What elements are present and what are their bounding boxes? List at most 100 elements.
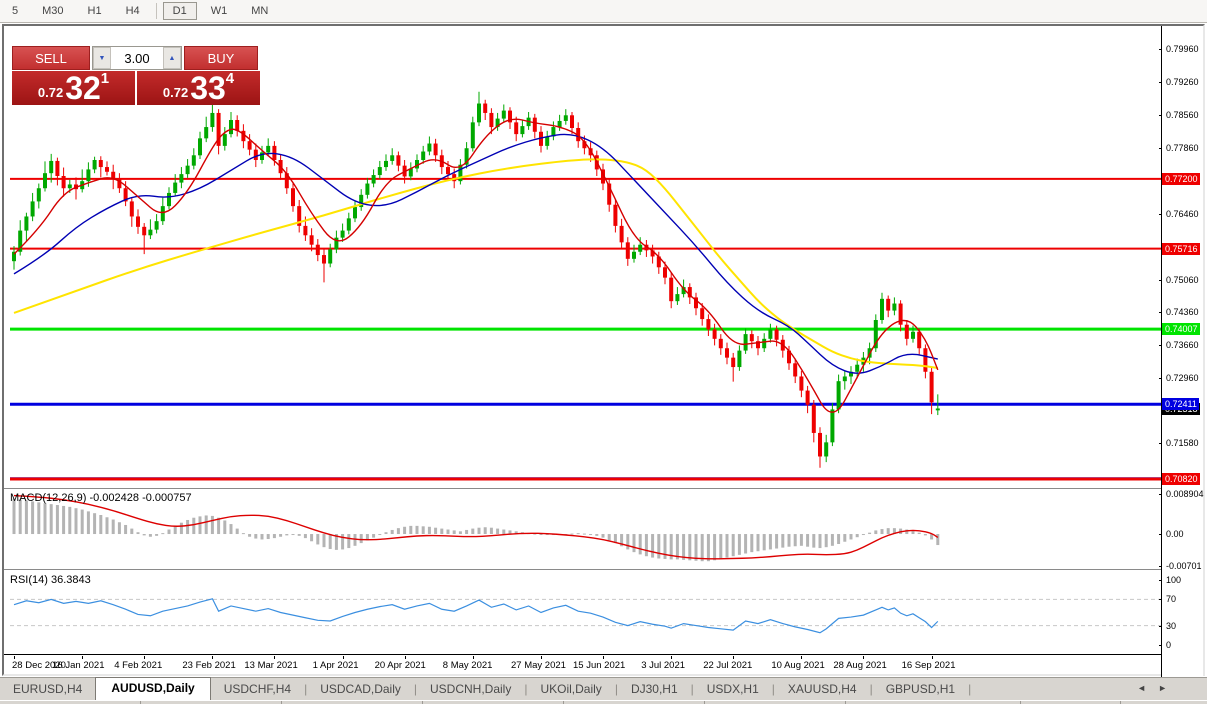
sell-price-pip: 1 <box>100 70 110 87</box>
date-label: 15 Jun 2021 <box>573 660 626 671</box>
price-tick-label: 0.75060 <box>1166 274 1199 285</box>
rsi-axis-label: 70 <box>1166 594 1177 605</box>
price-tick-label: 0.76460 <box>1166 208 1199 219</box>
sell-price-big: 32 <box>65 70 101 106</box>
date-tick-mark <box>863 656 865 659</box>
price-tick-label: 0.71580 <box>1166 438 1199 449</box>
rsi-axis-label: 30 <box>1166 620 1177 631</box>
date-tick-mark <box>472 656 474 659</box>
tab-scroll-right-icon[interactable]: ► <box>1158 683 1167 693</box>
axis-tick-mark <box>1159 147 1162 149</box>
date-tick-mark <box>733 656 735 659</box>
tab-eurusd-h4[interactable]: EURUSD,H4 <box>0 679 95 700</box>
date-label: 10 Aug 2021 <box>771 660 825 671</box>
price-tick-label: 0.79260 <box>1166 76 1199 87</box>
axis-tick-mark <box>1159 645 1162 647</box>
date-axis: 28 Dec 2020 16 Jan 2021 4 Feb 2021 23 Feb 2… <box>10 656 1161 676</box>
timeframe-button-h4[interactable]: H4 <box>116 2 150 20</box>
tab-scroll-left-icon[interactable]: ◄ <box>1137 683 1146 693</box>
price-tick-label: 0.79960 <box>1166 43 1199 54</box>
date-label: 23 Feb 2021 <box>182 660 236 671</box>
date-tick-mark <box>274 656 276 659</box>
rsi-panel[interactable] <box>10 572 1161 653</box>
tab-xauusd-h4[interactable]: XAUUSD,H4 <box>775 679 870 700</box>
axis-tick-mark <box>1159 599 1162 601</box>
timeframe-button-h1[interactable]: H1 <box>78 2 112 20</box>
tab-audusd-daily[interactable]: AUDUSD,Daily <box>95 677 211 700</box>
sell-price-quote[interactable]: 0.72 32 1 <box>12 71 135 105</box>
level-price-label: 0.77200 <box>1162 172 1200 185</box>
trading-terminal: 5 M30 H1 H4 D1 W1 MN ▲ AUDUSD,Daily 0.72614 0.… <box>0 0 1207 704</box>
sell-price-prefix: 0.72 <box>37 85 64 100</box>
timeframe-button-m30[interactable]: M30 <box>32 2 73 20</box>
date-label: 16 Sep 2021 <box>901 660 956 671</box>
tab-separator: | <box>968 682 972 696</box>
level-price-label: 0.72411 <box>1162 398 1199 411</box>
volume-decrease-button[interactable]: ▼ <box>93 47 111 69</box>
macd-axis-label: 0.008904 <box>1166 488 1204 499</box>
date-tick-mark <box>541 656 542 659</box>
buy-price-pip: 4 <box>225 70 235 87</box>
panel-divider[interactable] <box>4 569 1161 571</box>
axis-tick-mark <box>1159 443 1162 445</box>
price-tick-label: 0.78560 <box>1166 109 1199 120</box>
tab-scroll-arrows: ◄ ► <box>1137 683 1167 693</box>
axis-tick-mark <box>1159 48 1162 50</box>
volume-increase-button[interactable]: ▲ <box>163 47 181 69</box>
date-tick-mark <box>212 656 214 659</box>
rsi-axis-label: 100 <box>1166 574 1182 585</box>
axis-tick-mark <box>1159 81 1162 83</box>
rsi-axis-label: 0 <box>1166 640 1172 651</box>
panel-divider[interactable] <box>4 488 1161 490</box>
tab-usdcnh-daily[interactable]: USDCNH,Daily <box>417 679 524 700</box>
date-label: 28 Aug 2021 <box>833 660 887 671</box>
timeframe-button-5[interactable]: 5 <box>2 2 28 20</box>
price-tick-label: 0.73660 <box>1166 340 1199 351</box>
axis-tick-mark <box>1159 493 1162 495</box>
buy-price-quote[interactable]: 0.72 33 4 <box>137 71 260 105</box>
axis-tick-mark <box>1159 345 1162 347</box>
date-label: 1 Apr 2021 <box>312 660 359 671</box>
date-tick-mark <box>82 656 84 659</box>
date-tick-mark <box>931 656 933 659</box>
axis-tick-mark <box>1159 378 1162 380</box>
date-label: 3 Jul 2021 <box>641 660 686 671</box>
date-tick-mark <box>603 656 604 659</box>
tab-usdcad-daily[interactable]: USDCAD,Daily <box>307 679 414 700</box>
date-label: 4 Feb 2021 <box>114 660 163 671</box>
buy-price-big: 33 <box>190 70 226 106</box>
macd-indicator-label: MACD(12,26,9) -0.002428 -0.000757 <box>10 492 192 504</box>
timeframe-button-mn[interactable]: MN <box>241 2 278 20</box>
axis-tick-mark <box>1159 534 1162 536</box>
buy-button[interactable]: BUY <box>184 46 258 70</box>
axis-tick-mark <box>1159 279 1162 281</box>
macd-axis-label: 0.00 <box>1166 529 1184 540</box>
tab-usdchf-h4[interactable]: USDCHF,H4 <box>211 679 304 700</box>
date-label: 13 Mar 2021 <box>244 660 298 671</box>
date-tick-mark <box>14 656 15 659</box>
tab-dj30-h1[interactable]: DJ30,H1 <box>618 679 691 700</box>
price-tick-label: 0.74360 <box>1166 307 1199 318</box>
date-tick-mark <box>801 656 803 659</box>
date-tick-mark <box>671 656 673 659</box>
price-axis: 0.79960 0.79260 0.78560 0.77860 0.76460 0.750… <box>1159 26 1204 678</box>
date-label: 8 May 2021 <box>442 660 493 671</box>
sell-button[interactable]: SELL <box>12 46 90 70</box>
price-tick-label: 0.72960 <box>1166 373 1199 384</box>
axis-tick-mark <box>1159 114 1162 116</box>
tab-usdx-h1[interactable]: USDX,H1 <box>694 679 772 700</box>
timeframe-button-w1[interactable]: W1 <box>201 2 238 20</box>
date-label: 27 May 2021 <box>511 660 566 671</box>
axis-tick-mark <box>1159 312 1162 314</box>
tab-ukoil-daily[interactable]: UKOil,Daily <box>527 679 614 700</box>
axis-tick-mark <box>1159 625 1162 627</box>
macd-axis-label: -0.00701 <box>1166 560 1202 571</box>
tab-gbpusd-h1[interactable]: GBPUSD,H1 <box>873 679 968 700</box>
date-label: 22 Jul 2021 <box>703 660 753 671</box>
level-price-label: 0.74007 <box>1162 323 1200 336</box>
level-price-label: 0.70820 <box>1162 473 1200 486</box>
axis-tick-mark <box>1159 565 1162 567</box>
timeframe-button-d1[interactable]: D1 <box>162 2 197 20</box>
date-label: 16 Jan 2021 <box>52 660 105 671</box>
volume-input[interactable] <box>111 47 163 69</box>
